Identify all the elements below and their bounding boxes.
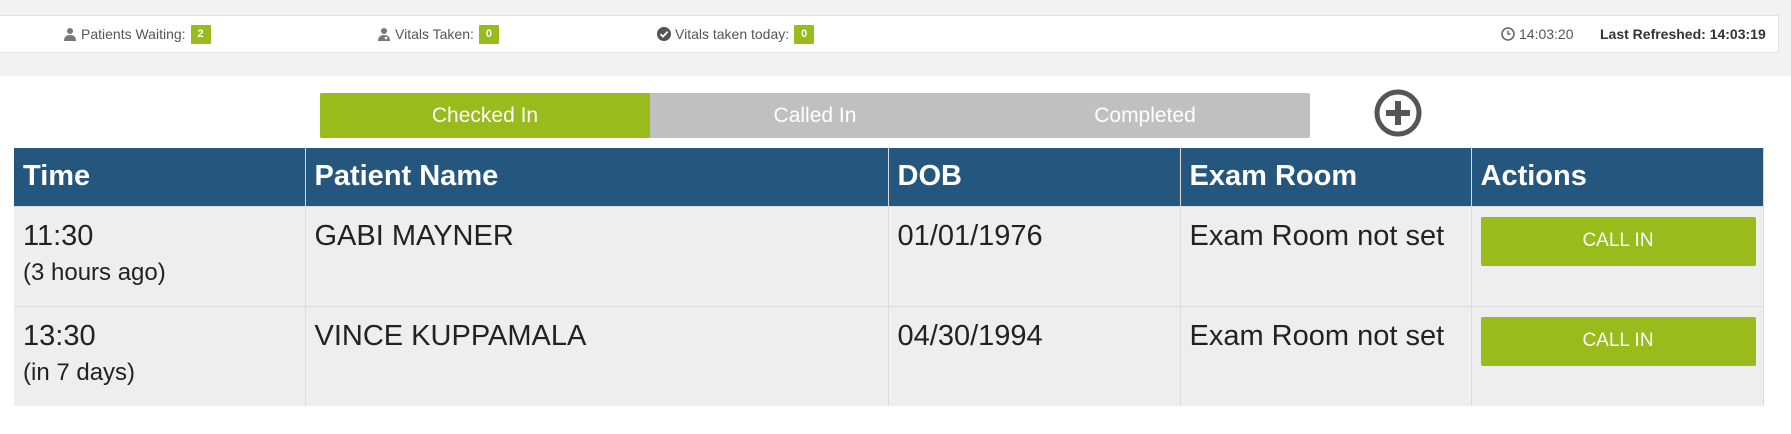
actions-cell: CALL IN bbox=[1471, 305, 1764, 406]
patients-waiting-label: Patients Waiting: bbox=[81, 26, 186, 42]
check-circle-icon bbox=[657, 27, 671, 41]
relative-time: (in 7 days) bbox=[23, 358, 136, 386]
relative-time: (3 hours ago) bbox=[23, 258, 166, 286]
status-tabs: Checked In Called In Completed bbox=[320, 93, 1310, 138]
vitals-taken-stat: Vitals Taken: 0 bbox=[377, 16, 499, 52]
column-header-time: Time bbox=[14, 148, 306, 206]
patient-dob: 01/01/1976 bbox=[888, 205, 1181, 306]
appointment-time: 13:30 bbox=[23, 319, 96, 352]
vitals-today-stat: Vitals taken today: 0 bbox=[657, 16, 815, 52]
vitals-taken-label: Vitals Taken: bbox=[395, 26, 474, 42]
tab-checked-in[interactable]: Checked In bbox=[320, 93, 650, 138]
status-bar: Patients Waiting: 2 Vitals Taken: 0 Vita… bbox=[0, 15, 1779, 53]
exam-room: Exam Room not set bbox=[1180, 205, 1472, 306]
patients-waiting-badge: 2 bbox=[190, 24, 211, 44]
last-refreshed-text: Last Refreshed: 14:03:19 bbox=[1600, 26, 1766, 42]
patient-name: VINCE KUPPAMALA bbox=[305, 305, 889, 406]
column-header-dob: DOB bbox=[888, 148, 1181, 206]
last-refreshed: Last Refreshed: 14:03:19 bbox=[1600, 16, 1766, 52]
exam-room: Exam Room not set bbox=[1180, 305, 1472, 406]
main-panel: Checked In Called In Completed Time Pati… bbox=[0, 76, 1791, 434]
user-md-icon bbox=[378, 28, 390, 41]
call-in-button[interactable]: CALL IN bbox=[1480, 316, 1756, 366]
appointment-time: 11:30 bbox=[23, 219, 94, 252]
person-icon bbox=[64, 28, 76, 41]
column-header-exam-room: Exam Room bbox=[1180, 148, 1472, 206]
tab-completed[interactable]: Completed bbox=[980, 93, 1310, 138]
column-header-actions: Actions bbox=[1471, 148, 1764, 206]
time-cell: 11:30 (3 hours ago) bbox=[14, 205, 306, 306]
patients-waiting-stat: Patients Waiting: 2 bbox=[63, 16, 211, 52]
call-in-button[interactable]: CALL IN bbox=[1480, 216, 1756, 266]
add-patient-button[interactable] bbox=[1373, 88, 1423, 138]
vitals-taken-badge: 0 bbox=[478, 24, 499, 44]
vitals-today-badge: 0 bbox=[794, 24, 815, 44]
table-row: 11:30 (3 hours ago) GABI MAYNER 01/01/19… bbox=[14, 205, 1764, 306]
clock-stat: 14:03:20 bbox=[1501, 16, 1574, 52]
clock-icon bbox=[1501, 27, 1515, 41]
actions-cell: CALL IN bbox=[1471, 205, 1764, 306]
patients-table: Time Patient Name DOB Exam Room Actions … bbox=[14, 148, 1764, 406]
patient-dob: 04/30/1994 bbox=[888, 305, 1181, 406]
table-header-row: Time Patient Name DOB Exam Room Actions bbox=[14, 148, 1764, 206]
tab-called-in[interactable]: Called In bbox=[650, 93, 980, 138]
column-header-patient-name: Patient Name bbox=[305, 148, 889, 206]
table-row: 13:30 (in 7 days) VINCE KUPPAMALA 04/30/… bbox=[14, 305, 1764, 406]
time-cell: 13:30 (in 7 days) bbox=[14, 305, 306, 406]
vitals-today-label: Vitals taken today: bbox=[675, 26, 790, 42]
patient-name: GABI MAYNER bbox=[305, 205, 889, 306]
clock-time: 14:03:20 bbox=[1519, 26, 1574, 42]
